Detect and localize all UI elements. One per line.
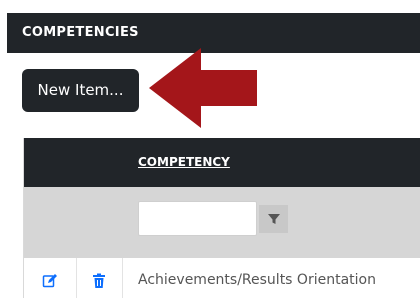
table-row: Achievements/Results Orientation bbox=[24, 258, 420, 298]
column-header-competency[interactable]: COMPETENCY bbox=[138, 155, 230, 169]
filter-icon bbox=[267, 214, 280, 224]
competency-cell: Achievements/Results Orientation bbox=[138, 272, 376, 288]
edit-row-button[interactable] bbox=[24, 258, 77, 298]
edit-icon bbox=[42, 273, 57, 287]
section-title: COMPETENCIES bbox=[22, 25, 139, 40]
delete-row-button[interactable] bbox=[76, 258, 123, 298]
competency-filter-input[interactable] bbox=[138, 201, 257, 236]
filter-row bbox=[24, 187, 420, 258]
new-item-button[interactable]: New Item... bbox=[22, 69, 139, 112]
competencies-panel: COMPETENCIES New Item... COMPETENCY Achi… bbox=[7, 5, 420, 298]
competency-table: COMPETENCY Achievements/Results Orientat… bbox=[23, 138, 420, 298]
trash-icon bbox=[93, 273, 105, 288]
pointer-arrow-icon bbox=[149, 48, 257, 128]
filter-button[interactable] bbox=[259, 205, 288, 233]
table-header: COMPETENCY bbox=[24, 138, 420, 187]
